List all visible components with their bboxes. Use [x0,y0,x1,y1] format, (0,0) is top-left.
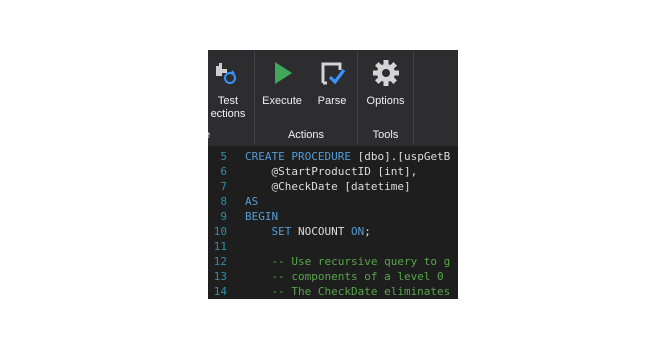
code-line[interactable]: 14 -- The CheckDate eliminates [208,284,451,299]
sql-keyword: ON [350,225,365,238]
sql-keyword: AS [245,195,259,208]
sql-text: @CheckDate [datetime] [245,180,411,193]
actions-group: Execute Parse Actions [255,50,358,145]
sql-tool-window: Test ections e Execute Parse [208,50,458,299]
sql-text: NOCOUNT [291,225,351,238]
line-number: 14 [213,285,227,298]
code-text: AS [245,194,258,209]
sql-text: @StartProductID [int], [245,165,418,178]
code-line[interactable]: 8 AS [208,194,258,209]
tools-group-label: Tools [372,129,399,141]
line-number: 5 [220,150,227,163]
sql-comment: -- The CheckDate eliminates [245,285,451,298]
gear-icon [372,60,399,86]
test-connection-icon [216,63,236,84]
options-label: Options [366,95,405,107]
code-text: @StartProductID [int], [245,164,417,179]
line-number: 8 [220,195,227,208]
code-line[interactable]: 10 SET NOCOUNT ON; [208,224,371,239]
test-connections-label: Test ections [210,95,246,120]
play-icon [275,62,292,84]
code-text: @CheckDate [datetime] [245,179,411,194]
line-number: 6 [220,165,227,178]
code-line[interactable]: 11 [208,239,227,254]
sql-keyword: SET [271,225,292,238]
parse-button[interactable]: Parse [309,54,355,124]
code-line[interactable]: 6 @StartProductID [int], [208,164,417,179]
code-line[interactable]: 9 BEGIN [208,209,278,224]
code-line[interactable]: 12 -- Use recursive query to g [208,254,451,269]
sql-text: ; [364,225,371,238]
options-button[interactable]: Options [360,54,411,124]
execute-label: Execute [262,95,302,107]
parse-check-icon [321,62,346,85]
sql-text: [dbo].[uspGetB [350,150,451,163]
code-line[interactable]: 7 @CheckDate [datetime] [208,179,410,194]
execute-button[interactable]: Execute [257,54,307,124]
ribbon-toolbar: Test ections e Execute Parse [208,50,458,145]
sql-comment: -- components of a level 0 [245,270,444,283]
line-number: 12 [213,255,227,268]
parse-label: Parse [317,95,347,107]
line-number: 13 [213,270,227,283]
connection-group: Test ections e [208,50,255,145]
line-number: 9 [220,210,227,223]
sql-comment: -- Use recursive query to g [245,255,451,268]
code-line[interactable]: 5 CREATE PROCEDURE [dbo].[uspGetB [208,149,450,164]
tools-group: Options Tools [358,50,414,145]
code-text: SET NOCOUNT ON; [245,224,371,239]
code-line[interactable]: 13 -- components of a level 0 [208,269,444,284]
sql-code-editor[interactable]: 5 CREATE PROCEDURE [dbo].[uspGetB 6 @Start… [208,146,458,299]
line-number: 7 [220,180,227,193]
code-text: -- Use recursive query to g [245,254,450,269]
actions-group-label: Actions [287,129,325,141]
code-text: -- components of a level 0 [245,269,444,284]
sql-keyword: BEGIN [245,210,279,223]
line-number: 11 [213,240,227,253]
code-text: CREATE PROCEDURE [dbo].[uspGetB [245,149,450,164]
partial-group-label: e [208,129,254,141]
code-text: BEGIN [245,209,278,224]
line-number: 10 [213,225,227,238]
sql-keyword: CREATE PROCEDURE [245,150,351,163]
test-connections-button[interactable]: Test ections [208,54,254,124]
code-text: -- The CheckDate eliminates [245,284,450,299]
